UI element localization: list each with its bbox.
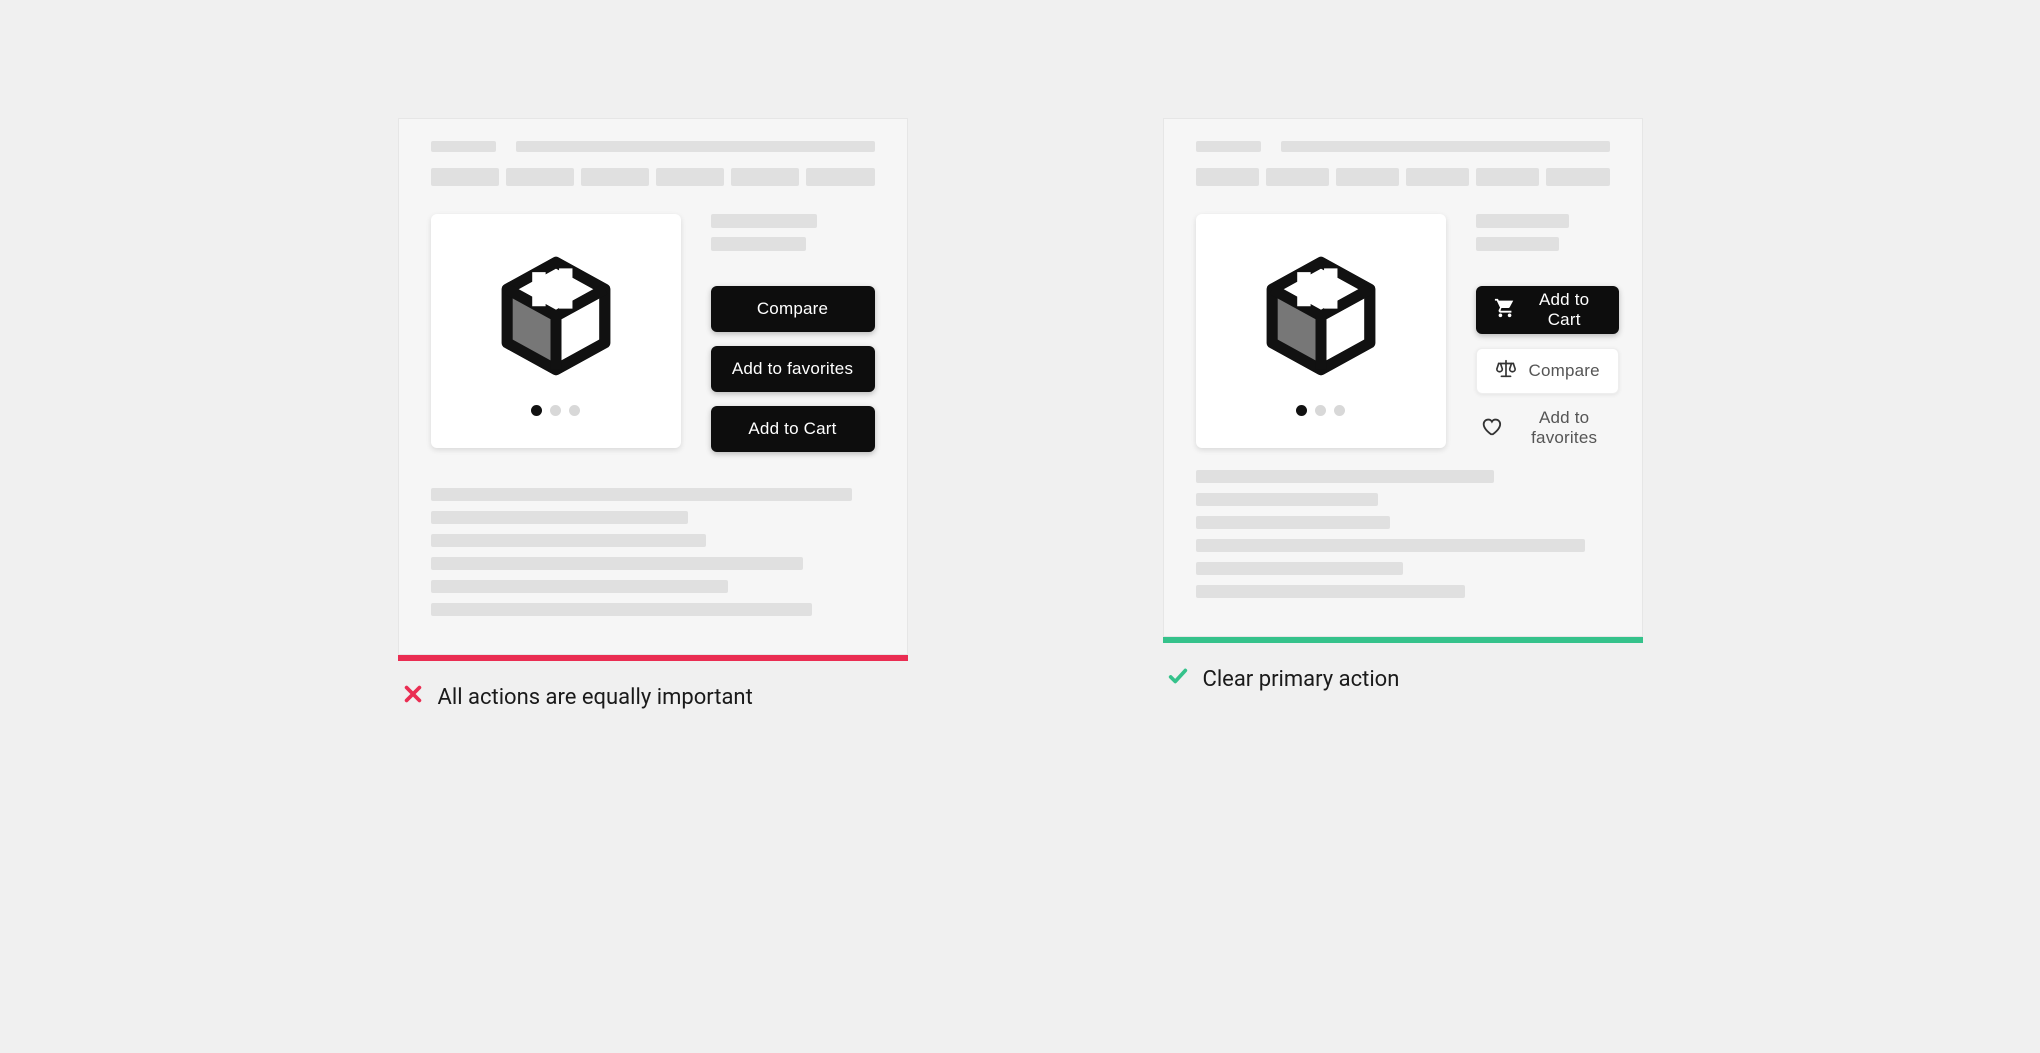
compare-button[interactable]: Compare <box>1476 348 1619 394</box>
add-to-cart-button[interactable]: Add to Cart <box>1476 286 1619 334</box>
box-icon <box>1260 255 1382 377</box>
product-card <box>431 214 681 448</box>
carousel-dot[interactable] <box>569 405 580 416</box>
button-label: Compare <box>1529 361 1600 381</box>
box-icon <box>495 255 617 377</box>
description-placeholder <box>1196 470 1610 608</box>
heart-icon <box>1480 415 1502 442</box>
button-label: Add to favorites <box>732 359 853 379</box>
compare-button[interactable]: Compare <box>711 286 875 332</box>
mock-nav <box>1196 168 1610 186</box>
cart-icon <box>1494 297 1516 324</box>
status-underline-bad <box>398 655 908 661</box>
scales-icon <box>1495 358 1517 385</box>
title-placeholder <box>1476 214 1619 260</box>
caption-text: All actions are equally important <box>438 685 753 710</box>
description-placeholder <box>431 488 875 626</box>
title-placeholder <box>711 214 875 260</box>
carousel-dot[interactable] <box>1296 405 1307 416</box>
favorites-button[interactable]: Add to favorites <box>711 346 875 392</box>
mock-nav <box>431 168 875 186</box>
carousel-dots[interactable] <box>1296 405 1345 416</box>
mock-header <box>431 141 875 158</box>
add-to-cart-button[interactable]: Add to Cart <box>711 406 875 452</box>
good-example: Add to Cart Compare <box>1163 118 1643 693</box>
carousel-dot[interactable] <box>1315 405 1326 416</box>
status-underline-good <box>1163 637 1643 643</box>
actions-column: Compare Add to favorites Add to Cart <box>711 214 875 466</box>
button-label: Add to Cart <box>748 419 836 439</box>
product-card <box>1196 214 1446 448</box>
cross-icon <box>402 683 424 711</box>
good-mockup: Add to Cart Compare <box>1163 118 1643 637</box>
bad-example: Compare Add to favorites Add to Cart All <box>398 118 908 711</box>
button-label: Add to Cart <box>1528 290 1601 330</box>
mock-header <box>1196 141 1610 158</box>
good-caption: Clear primary action <box>1163 665 1643 693</box>
carousel-dot[interactable] <box>1334 405 1345 416</box>
carousel-dot[interactable] <box>531 405 542 416</box>
caption-text: Clear primary action <box>1203 667 1400 692</box>
bad-caption: All actions are equally important <box>398 683 908 711</box>
button-label: Compare <box>757 299 828 319</box>
carousel-dot[interactable] <box>550 405 561 416</box>
actions-column: Add to Cart Compare <box>1476 214 1619 448</box>
favorites-button[interactable]: Add to favorites <box>1476 408 1619 448</box>
bad-mockup: Compare Add to favorites Add to Cart <box>398 118 908 655</box>
carousel-dots[interactable] <box>531 405 580 416</box>
check-icon <box>1167 665 1189 693</box>
button-label: Add to favorites <box>1514 408 1615 448</box>
